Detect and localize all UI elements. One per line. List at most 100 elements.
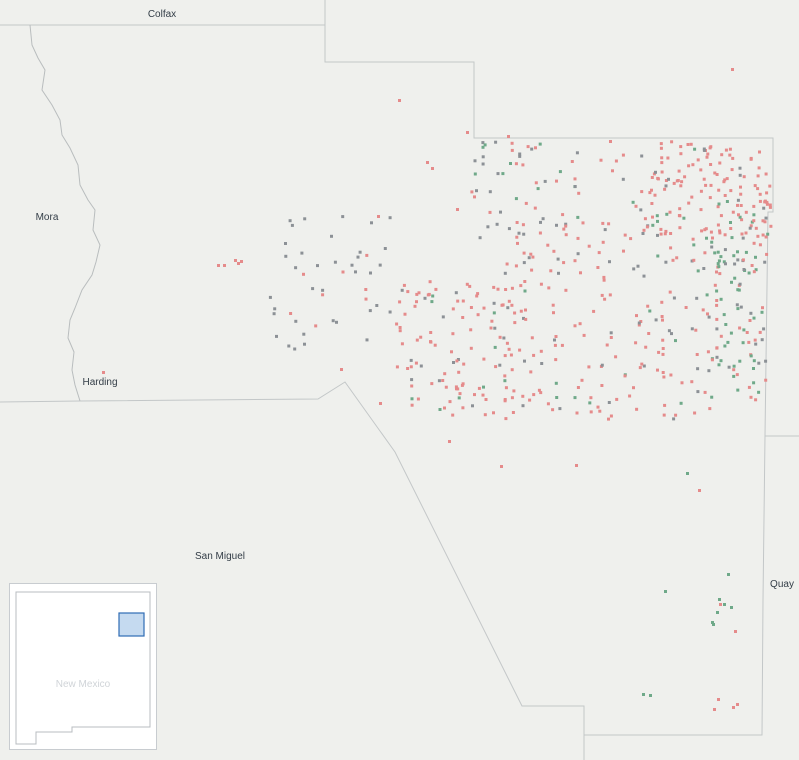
well-dot [753,184,757,188]
well-dot [502,336,506,340]
well-dot [640,362,644,366]
well-dot [607,401,611,404]
inset-highlight-region [118,612,145,637]
well-dot [441,315,445,319]
well-dot [573,324,577,328]
well-dot [532,393,536,397]
well-dot [653,193,657,197]
well-dot [671,258,675,262]
well-dot [752,381,756,385]
well-dot [460,383,464,387]
well-dot [687,164,691,168]
well-dot [729,227,733,230]
well-dot [656,233,659,237]
well-dot [690,327,694,331]
well-dot [488,190,492,194]
well-dot [531,255,535,259]
well-dot [719,359,723,363]
well-dot [524,201,528,205]
well-dot [716,262,720,266]
well-dot [634,204,638,208]
well-dot [752,213,756,217]
well-dot [469,306,473,309]
well-dot [451,413,455,417]
well-dot [365,253,369,257]
well-dot [614,159,618,163]
well-dot [476,292,480,296]
well-dot [488,210,492,214]
well-dot [614,355,618,359]
well-dot [524,317,528,321]
well-dot [758,192,762,196]
well-dot [521,163,525,167]
well-dot [573,185,577,188]
well-dot [730,236,734,240]
well-dot [601,240,605,244]
well-dot [375,304,379,307]
well-dot [699,208,703,212]
well-dot [713,171,717,175]
well-dot [522,232,526,236]
well-dot [736,307,740,311]
well-dot [765,202,769,206]
well-dot [744,231,748,235]
well-dot [640,154,644,158]
well-dot [364,297,368,301]
well-dot [341,215,345,219]
well-dot [699,189,703,193]
well-dot [752,241,756,245]
well-dot [763,260,767,264]
well-dot [736,250,739,254]
well-dot [752,367,755,370]
well-dot [749,157,753,161]
well-dot [703,251,707,255]
well-dot [340,368,343,371]
well-dot [608,293,612,297]
well-dot [710,395,714,399]
well-dot [406,290,410,294]
well-dot [451,307,455,311]
well-dot [736,203,739,207]
well-dot [634,341,638,345]
well-dot [431,167,434,170]
well-dot [709,230,713,234]
well-dot [686,143,690,146]
well-dots [102,68,773,711]
well-dot [528,398,532,402]
well-dot [419,364,423,368]
well-dot [709,183,713,187]
well-dot [496,172,500,176]
well-dot [423,296,427,300]
well-dot [588,401,592,405]
well-dot [711,621,714,624]
well-dot [686,472,689,475]
well-dot [521,404,525,408]
well-dot [765,252,769,256]
well-dot [716,223,720,227]
well-dot [539,391,543,395]
well-dot [441,379,445,382]
well-dot [564,224,568,228]
well-dot [710,240,714,244]
well-dot [761,219,765,223]
well-dot [505,262,509,266]
well-dot [711,236,714,240]
well-dot [395,365,399,369]
well-dot [764,378,768,382]
well-dot [553,343,557,347]
well-dot [733,276,737,280]
well-dot [723,248,727,252]
well-dot [723,233,727,237]
well-dot [602,278,606,282]
well-dot [564,233,568,237]
well-dot [667,177,670,181]
well-dot [764,359,768,363]
well-dot [461,406,465,410]
well-dot [507,135,510,138]
well-dot [516,241,519,245]
well-dot [403,312,407,316]
well-dot [747,271,751,275]
well-dot [715,327,719,331]
well-dot [727,573,730,576]
well-dot [547,286,551,290]
